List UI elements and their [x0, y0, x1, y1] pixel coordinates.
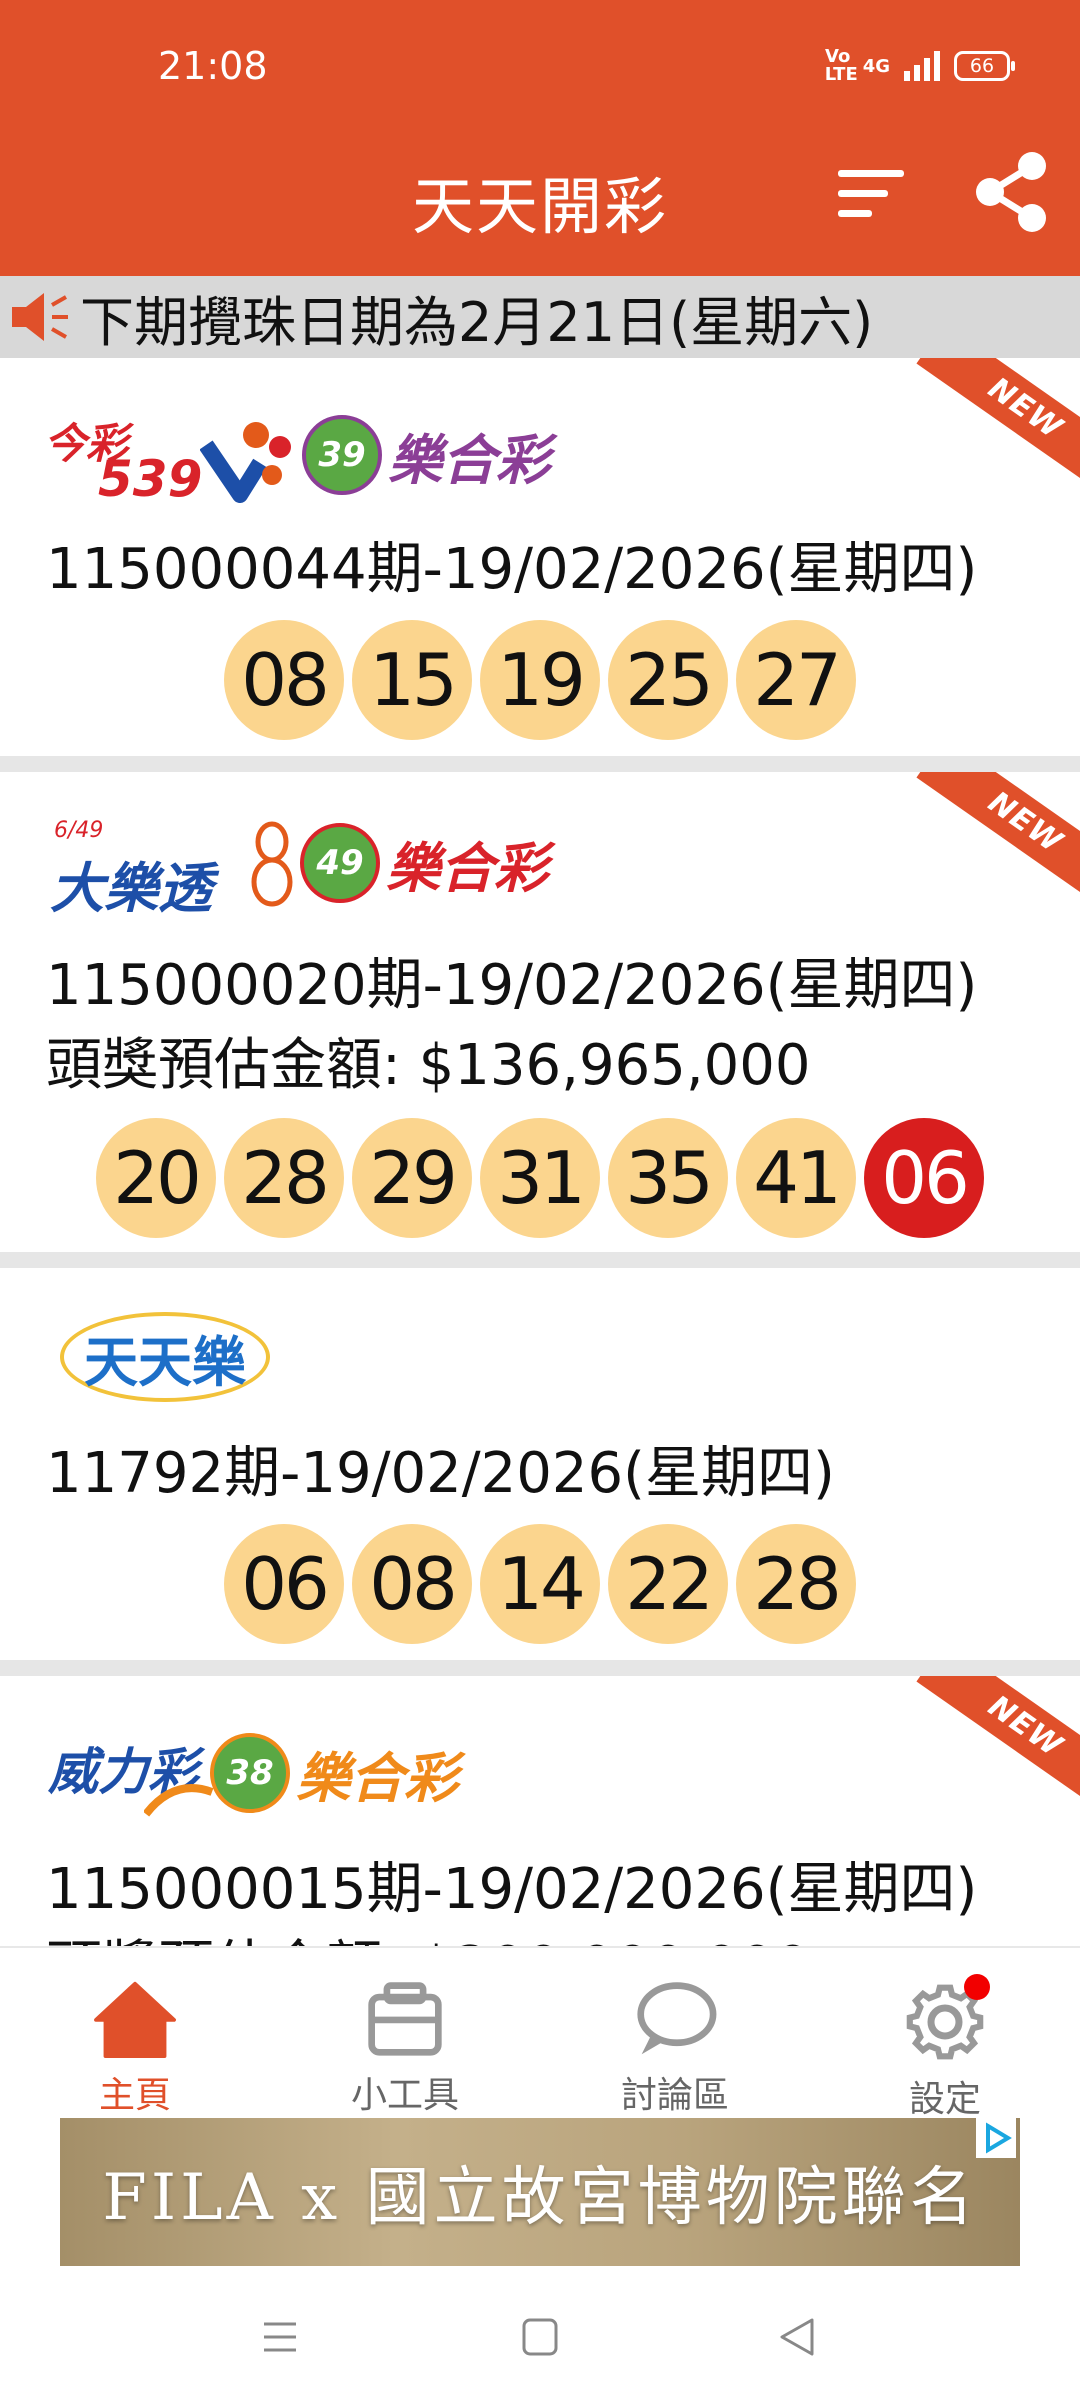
logo-38-ball: 38 — [210, 1733, 290, 1813]
number-ball: 35 — [608, 1118, 728, 1238]
share-icon[interactable] — [972, 150, 1052, 234]
home-square-icon[interactable] — [510, 2312, 570, 2362]
status-icons: Vo LTE 4G 66 — [824, 46, 1015, 85]
number-balls: 08 15 19 25 27 — [0, 620, 1080, 740]
number-ball: 08 — [224, 620, 344, 740]
logo-539: 今彩 539 39 樂合彩 — [44, 400, 550, 510]
logo-lehecai-text: 樂合彩 — [388, 428, 550, 492]
new-badge: NEW — [916, 1676, 1080, 1814]
ad-text: FILA x 國立故宮博物院聯名 — [102, 2161, 978, 2235]
logo-lehecai-text: 樂合彩 — [386, 836, 548, 900]
nav-settings-label: 設定 — [908, 2079, 981, 2120]
home-icon — [94, 1981, 176, 2058]
notice-text: 下期攪珠日期為2月21日(星期六) — [80, 290, 874, 354]
number-ball: 31 — [480, 1118, 600, 1238]
back-icon[interactable] — [768, 2312, 828, 2362]
nav-forum-label: 討論區 — [620, 2075, 729, 2116]
bottom-navigation: 主頁 小工具 討論區 設定 — [0, 1946, 1080, 2120]
number-ball: 14 — [480, 1524, 600, 1644]
toolbox-icon — [368, 1982, 442, 2056]
logo-539-mark-icon — [200, 422, 291, 503]
nav-tools[interactable]: 小工具 — [270, 1948, 540, 2118]
number-ball: 27 — [736, 620, 856, 740]
logo-tiantianle: 天天樂 — [60, 1302, 270, 1412]
number-ball: 41 — [736, 1118, 856, 1238]
nav-home-label: 主頁 — [98, 2075, 171, 2116]
number-ball: 22 — [608, 1524, 728, 1644]
number-ball: 29 — [352, 1118, 472, 1238]
logo-tiantianle-text: 天天樂 — [60, 1312, 270, 1402]
number-ball: 28 — [224, 1118, 344, 1238]
number-ball: 15 — [352, 620, 472, 740]
number-ball: 06 — [224, 1524, 344, 1644]
ad-choices-icon[interactable] — [976, 2118, 1016, 2158]
draw-info: 115000020期-19/02/2026(星期四) — [46, 953, 978, 1018]
logo-superlotto: 威力彩 38 樂合彩 — [44, 1718, 458, 1828]
logo-39-ball: 39 — [302, 415, 382, 495]
card-divider — [0, 1660, 1080, 1676]
logo-superlotto-text: 威力彩 — [44, 1718, 214, 1828]
app-title: 天天開彩 — [411, 170, 668, 243]
nav-settings[interactable]: 設定 — [810, 1948, 1080, 2120]
number-balls: 06 08 14 22 28 — [0, 1524, 1080, 1644]
battery-indicator: 66 — [954, 51, 1015, 81]
lottery-card-superlotto[interactable]: NEW 威力彩 38 樂合彩 115000015期-19/02/2026(星期四… — [0, 1676, 1080, 1946]
lottery-card-lotto649[interactable]: NEW 6/49 大樂透 49 樂合彩 115000020期-19/02/202… — [0, 772, 1080, 1252]
logo-lotto649-text: 6/49 大樂透 — [50, 818, 212, 920]
chat-bubble-icon — [637, 1982, 717, 2055]
logo-49-ball: 49 — [300, 823, 380, 903]
number-balls: 20 28 29 31 35 41 06 — [0, 1118, 1080, 1238]
network-type: 4G — [862, 55, 890, 77]
sort-icon[interactable] — [836, 166, 906, 222]
jackpot-amount: 頭獎預估金額: $136,965,000 — [46, 1033, 811, 1098]
special-number-ball: 06 — [864, 1118, 984, 1238]
menu-icon[interactable] — [250, 2312, 310, 2362]
number-ball: 28 — [736, 1524, 856, 1644]
jackpot-amount: 頭獎預估金額: $200,000,000 — [46, 1922, 811, 1946]
number-ball: 19 — [480, 620, 600, 740]
new-badge: NEW — [916, 772, 1080, 910]
draw-info: 115000015期-19/02/2026(星期四) — [46, 1857, 978, 1922]
gear-icon-wrapper — [900, 1974, 990, 2062]
number-ball: 25 — [608, 620, 728, 740]
lottery-card-539[interactable]: NEW 今彩 539 39 樂合彩 115000044期-19/02/2026(… — [0, 358, 1080, 756]
status-time: 21:08 — [158, 44, 268, 88]
lottery-card-tiantianle[interactable]: 天天樂 11792期-19/02/2026(星期四) 06 08 14 22 2… — [0, 1268, 1080, 1660]
system-navigation-bar — [0, 2268, 1080, 2400]
signal-icon — [904, 51, 940, 81]
notification-dot — [964, 1974, 990, 2000]
logo-8-mark-icon — [251, 821, 293, 907]
draw-info: 11792期-19/02/2026(星期四) — [46, 1441, 835, 1506]
speaker-icon — [0, 276, 80, 358]
number-ball: 08 — [352, 1524, 472, 1644]
number-ball: 20 — [96, 1118, 216, 1238]
draw-info: 115000044期-19/02/2026(星期四) — [46, 537, 978, 602]
card-divider — [0, 756, 1080, 772]
nav-tools-label: 小工具 — [350, 2075, 459, 2116]
logo-swoosh-icon — [144, 1784, 214, 1817]
next-draw-notice: 下期攪珠日期為2月21日(星期六) — [0, 276, 1080, 358]
logo-lotto649: 6/49 大樂透 49 樂合彩 — [44, 808, 548, 920]
ad-banner[interactable]: FILA x 國立故宮博物院聯名 — [60, 2118, 1020, 2266]
new-badge: NEW — [916, 358, 1080, 496]
logo-lehecai-text: 樂合彩 — [296, 1746, 458, 1810]
nav-home[interactable]: 主頁 — [0, 1948, 270, 2118]
nav-forum[interactable]: 討論區 — [540, 1948, 810, 2118]
app-header: 21:08 Vo LTE 4G 66 天天開彩 — [0, 0, 1080, 276]
card-divider — [0, 1252, 1080, 1268]
volte-icon: Vo LTE — [824, 46, 858, 85]
logo-539-text: 今彩 539 — [44, 419, 203, 508]
